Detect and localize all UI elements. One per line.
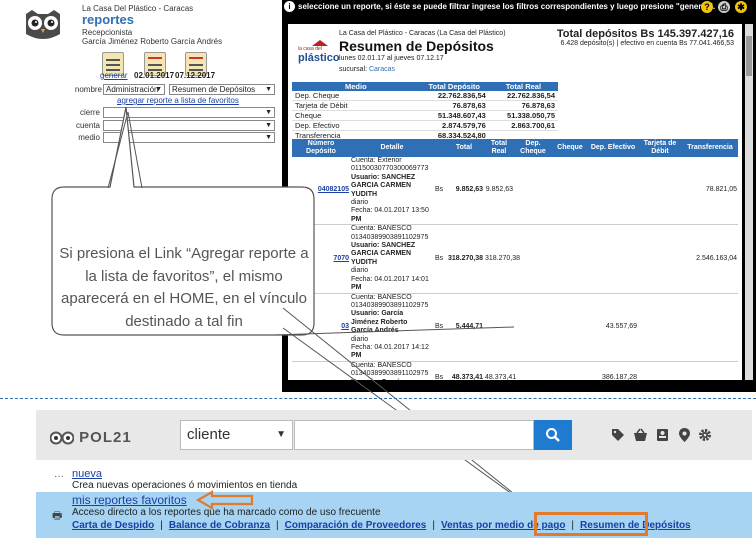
highlight-box	[534, 512, 648, 536]
contact-card-icon[interactable]	[654, 428, 670, 444]
nueva-link[interactable]: nueva	[72, 468, 102, 480]
dots-icon: ···	[54, 471, 64, 482]
search-input[interactable]	[294, 420, 534, 450]
search-icon	[546, 427, 560, 442]
location-pin-icon[interactable]	[676, 428, 692, 444]
nueva-description: Crea nuevas operaciones ó movimientos en…	[72, 480, 298, 491]
owl-logo-icon	[49, 431, 75, 445]
basket-icon[interactable]	[632, 428, 648, 444]
favorite-link[interactable]: Balance de Cobranza	[169, 520, 270, 531]
favorite-link[interactable]: Comparación de Proveedores	[285, 520, 427, 531]
home-page: POL21 cliente ▼ ··· nueva Crea nuevas ope…	[36, 408, 752, 545]
favorites-title-link[interactable]: mis reportes favoritos	[72, 493, 187, 507]
section-divider	[0, 398, 756, 399]
favorite-link[interactable]: Carta de Despido	[72, 520, 154, 531]
chevron-down-icon: ▼	[276, 429, 286, 440]
app-logo[interactable]: POL21	[49, 429, 132, 446]
arrow-left-icon	[196, 490, 254, 510]
search-scope-select[interactable]: cliente ▼	[180, 420, 293, 450]
search-button[interactable]	[534, 420, 572, 450]
printer-icon: 🖶	[52, 510, 63, 522]
tag-icon[interactable]	[610, 428, 626, 444]
top-bar: POL21 cliente ▼	[36, 410, 752, 460]
gear-icon[interactable]	[697, 428, 713, 444]
